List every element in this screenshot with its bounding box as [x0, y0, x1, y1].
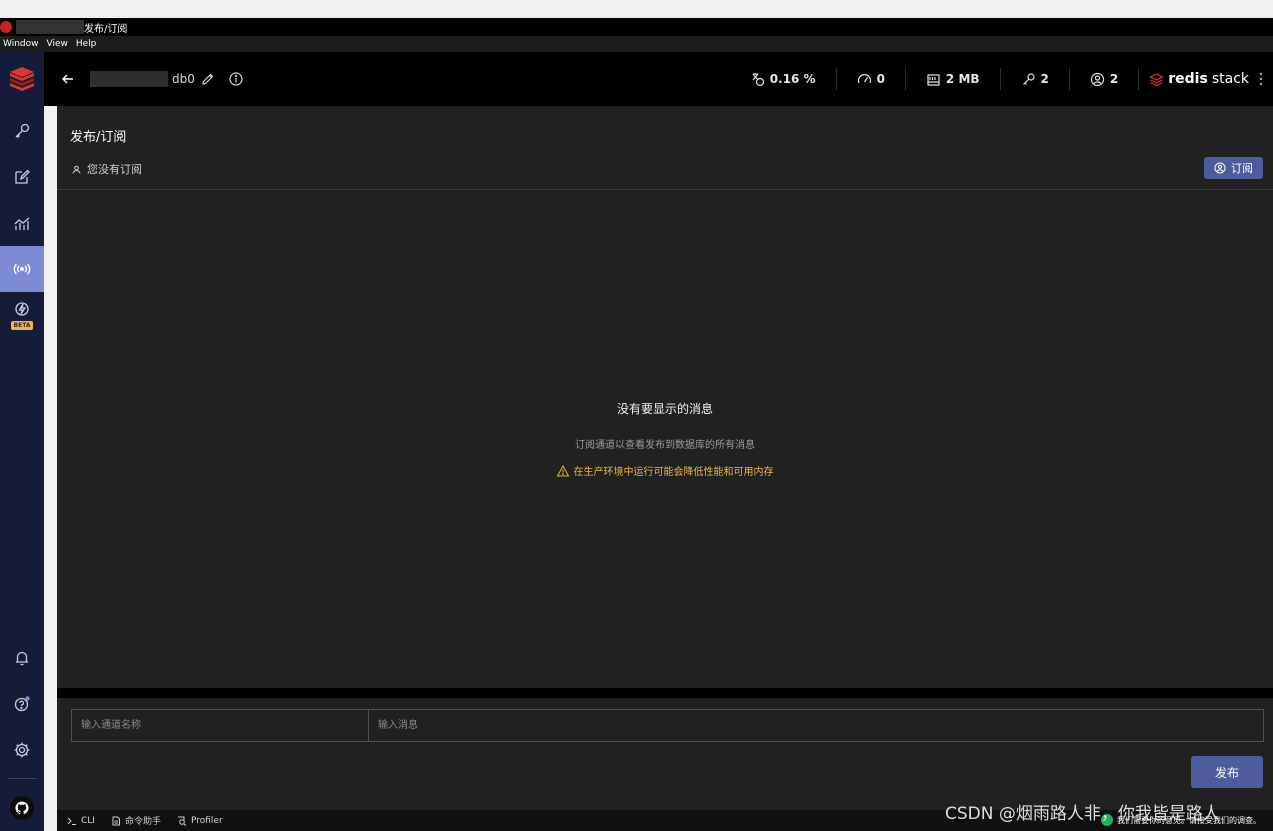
stat-memory[interactable]: 2 MB	[904, 68, 1000, 90]
publish-button[interactable]: 发布	[1191, 756, 1263, 788]
menu-view[interactable]: View	[47, 39, 68, 49]
publish-panel: 发布	[57, 698, 1273, 810]
stat-clients-value: 2	[1109, 72, 1119, 86]
app-icon	[0, 21, 12, 33]
help-button[interactable]	[0, 681, 44, 727]
sidebar-item-workbench[interactable]	[0, 154, 44, 200]
menu-window[interactable]: Window	[3, 39, 39, 49]
redacted-title-region	[16, 20, 84, 34]
command-helper-button[interactable]: 命令助手	[111, 814, 161, 827]
help-icon	[14, 696, 30, 712]
title-bar: 发布/订阅	[0, 18, 1273, 36]
edit-icon	[15, 169, 30, 184]
sidebar-item-browser[interactable]	[0, 108, 44, 154]
profiler-button[interactable]: Profiler	[177, 816, 223, 826]
db-stats: 0.16 % 0 2 MB 2 2 redis stack	[730, 52, 1273, 106]
user-circle-icon	[1090, 72, 1105, 86]
performance-warning: 在生产环境中运行可能会降低性能和可用内存	[57, 463, 1273, 478]
stat-memory-value: 2 MB	[945, 72, 980, 86]
document-icon	[112, 816, 120, 825]
redis-logo-icon[interactable]	[8, 66, 36, 92]
subscribe-button[interactable]: 订阅	[1204, 157, 1263, 179]
cli-label: CLI	[81, 815, 95, 826]
key-icon	[15, 123, 30, 138]
subscription-status: 您没有订阅	[72, 161, 142, 177]
stat-ops-value: 0	[876, 72, 885, 86]
user-icon	[72, 165, 81, 174]
performance-warning-text: 在生产环境中运行可能会降低性能和可用内存	[573, 467, 774, 478]
info-icon[interactable]	[229, 72, 243, 86]
publish-input-row	[71, 709, 1264, 742]
channel-name-input[interactable]	[72, 710, 369, 741]
redis-stack-logo-icon	[1149, 72, 1165, 86]
sidebar-divider	[7, 778, 37, 779]
sidebar-item-pubsub[interactable]	[0, 246, 44, 292]
beta-badge: BETA	[10, 320, 34, 330]
chart-icon	[14, 217, 30, 230]
survey-text: 我们需要你的意见。请接受我们的调查。	[1117, 815, 1261, 825]
terminal-icon	[67, 817, 76, 825]
brand-stack: stack	[1211, 71, 1249, 87]
window-title: 发布/订阅	[84, 23, 128, 35]
speedometer-icon	[857, 73, 871, 83]
more-options-icon[interactable]	[1259, 72, 1263, 86]
app-window: 发布/订阅 Window View Help BETA db0 0.16 % 0…	[0, 0, 1273, 831]
brand-redis: redis	[1168, 71, 1208, 87]
survey-icon	[1101, 814, 1113, 826]
sidebar-item-analysis[interactable]	[0, 201, 44, 247]
github-icon	[15, 801, 29, 815]
survey-banner[interactable]: 我们需要你的意见。请接受我们的调查。	[1101, 814, 1261, 826]
stat-keys[interactable]: 2	[999, 68, 1069, 90]
stat-cpu-value: 0.16 %	[769, 72, 816, 86]
page-title: 发布/订阅	[70, 130, 127, 145]
gear-icon	[14, 742, 30, 758]
stat-keys-value: 2	[1040, 72, 1049, 86]
redacted-db-host	[90, 71, 168, 87]
stat-ops[interactable]: 0	[835, 68, 905, 90]
subscribe-button-label: 订阅	[1231, 162, 1253, 175]
pencil-icon[interactable]	[201, 72, 215, 86]
top-bar: db0 0.16 % 0 2 MB 2 2 redis stack	[44, 52, 1273, 106]
sidebar: BETA	[0, 52, 44, 831]
warning-icon	[556, 464, 569, 476]
empty-state-title: 没有要显示的消息	[616, 402, 713, 416]
cli-button[interactable]: CLI	[67, 816, 95, 826]
header-divider	[57, 189, 1273, 190]
back-arrow-icon[interactable]	[60, 71, 76, 87]
profiler-label: Profiler	[190, 815, 223, 826]
key-icon	[1022, 72, 1035, 85]
settings-button[interactable]	[0, 727, 44, 773]
redis-stack-brand: redis stack	[1138, 68, 1273, 90]
panel-separator	[57, 688, 1273, 698]
broadcast-icon	[13, 263, 31, 275]
menu-bar: Window View Help	[0, 36, 1273, 52]
stat-cpu[interactable]: 0.16 %	[730, 68, 836, 90]
stat-clients[interactable]: 2	[1068, 68, 1138, 90]
memory-icon	[927, 73, 940, 86]
lightning-icon	[15, 301, 29, 316]
user-circle-icon	[1214, 162, 1226, 174]
menu-help[interactable]: Help	[76, 39, 97, 49]
notifications-button[interactable]	[0, 635, 44, 681]
sidebar-item-triggers[interactable]: BETA	[0, 292, 44, 338]
subscription-status-text: 您没有订阅	[87, 163, 142, 176]
cpu-timer-icon	[752, 72, 764, 86]
db-name: db0	[172, 72, 195, 86]
message-input[interactable]	[369, 710, 1263, 741]
github-button[interactable]	[10, 796, 34, 820]
bell-icon	[16, 651, 28, 666]
command-helper-label: 命令助手	[124, 817, 161, 827]
bottom-toolbar: CLI 命令助手 Profiler 我们需要你的意见。请接受我们的调查。	[57, 810, 1273, 831]
profiler-search-icon	[177, 816, 187, 826]
pubsub-panel: 发布/订阅 您没有订阅 订阅 没有要显示的消息 订阅通道以查看发布到数据库的所有…	[57, 106, 1273, 688]
empty-state-description: 订阅通道以查看发布到数据库的所有消息	[575, 440, 755, 451]
